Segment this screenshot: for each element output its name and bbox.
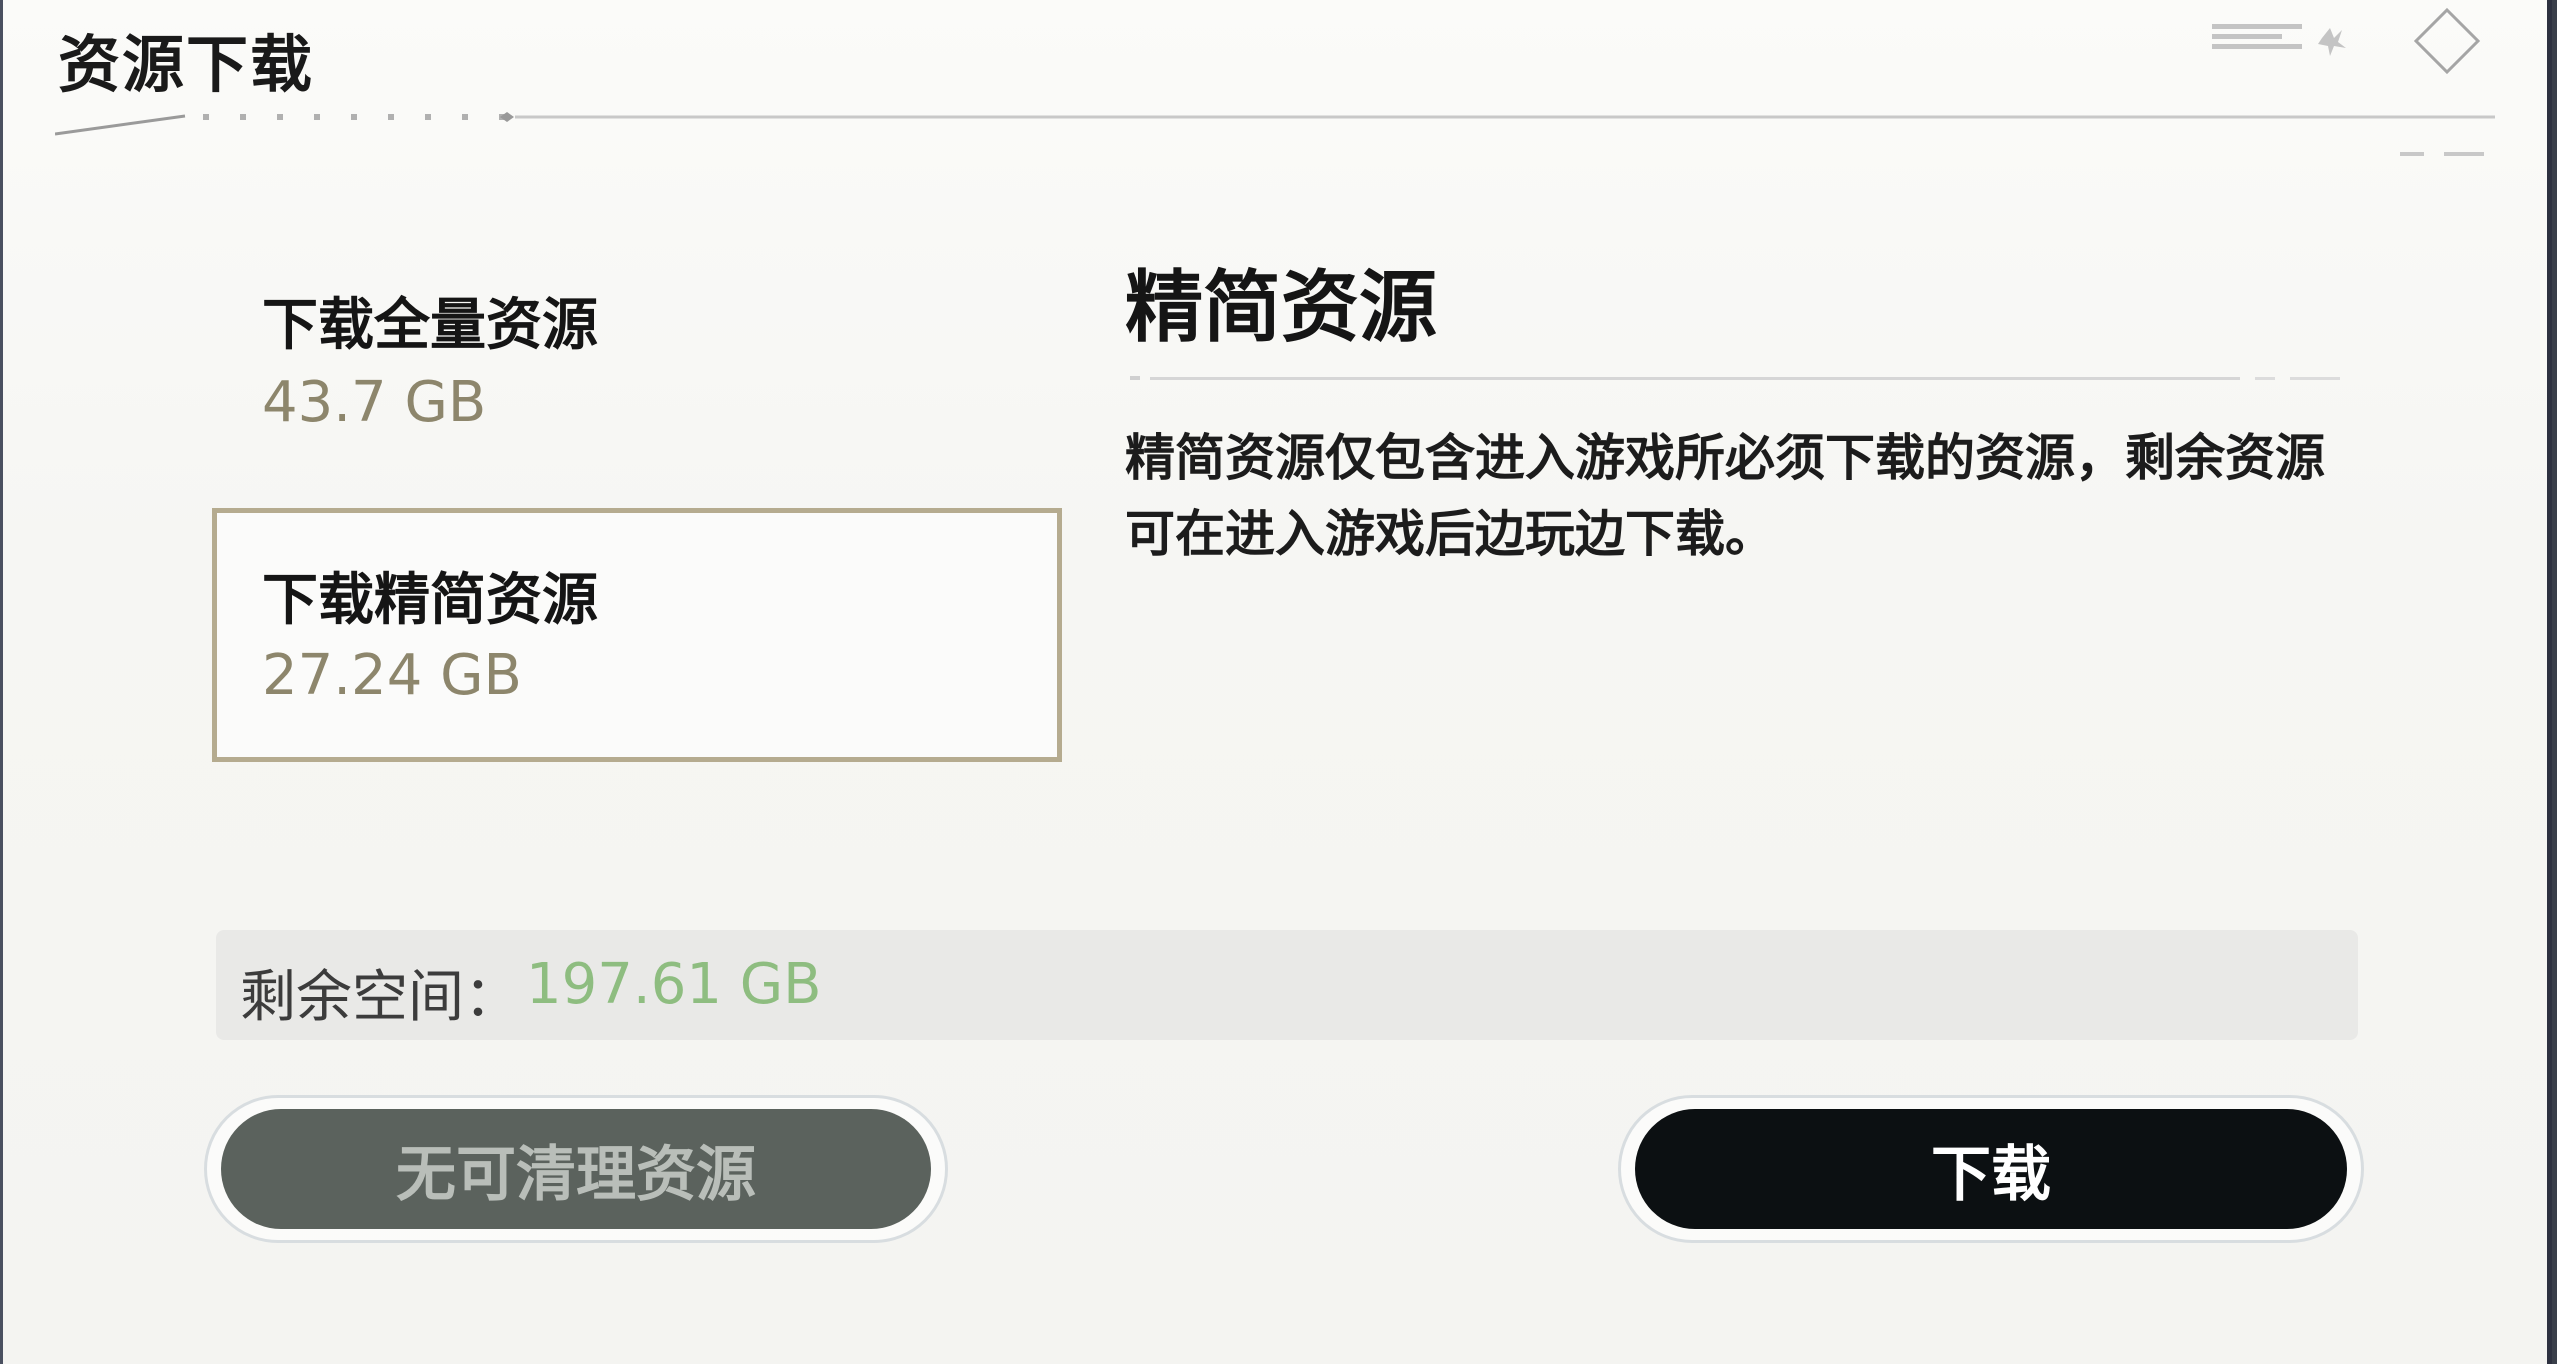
option-lite-resource[interactable]: 下载精简资源 27.24 GB (212, 508, 1062, 762)
download-button-frame: 下载 (1618, 1095, 2364, 1243)
storage-label: 剩余空间： (240, 965, 520, 1030)
option-label: 下载全量资源 (262, 293, 598, 358)
detail-divider (1130, 376, 2340, 380)
download-button[interactable]: 下载 (1635, 1109, 2347, 1229)
clean-button-frame: 无可清理资源 (204, 1095, 948, 1243)
detail-title: 精简资源 (1125, 263, 1438, 353)
right-edge (2547, 0, 2552, 1364)
left-edge (0, 0, 3, 1364)
storage-value: 197.61 GB (526, 952, 822, 1017)
option-full-resource[interactable]: 下载全量资源 43.7 GB (212, 250, 1062, 504)
storage-bar: 剩余空间： 197.61 GB (216, 930, 2358, 1040)
detail-description: 精简资源仅包含进入游戏所必须下载的资源，剩余资源可在进入游戏后边玩边下载。 (1125, 429, 2325, 563)
small-decoration (2400, 152, 2484, 156)
header-divider (55, 112, 2495, 136)
resource-download-panel: 资源下载 下载全量资源 43.7 GB 下载精简资源 27.24 GB 精简资源… (0, 0, 2552, 1364)
option-size: 27.24 GB (262, 643, 522, 708)
clean-resources-button[interactable]: 无可清理资源 (221, 1109, 931, 1229)
page-title: 资源下载 (58, 28, 315, 101)
close-diamond-icon[interactable] (2412, 6, 2482, 76)
option-size: 43.7 GB (262, 370, 487, 435)
option-label: 下载精简资源 (262, 568, 598, 633)
